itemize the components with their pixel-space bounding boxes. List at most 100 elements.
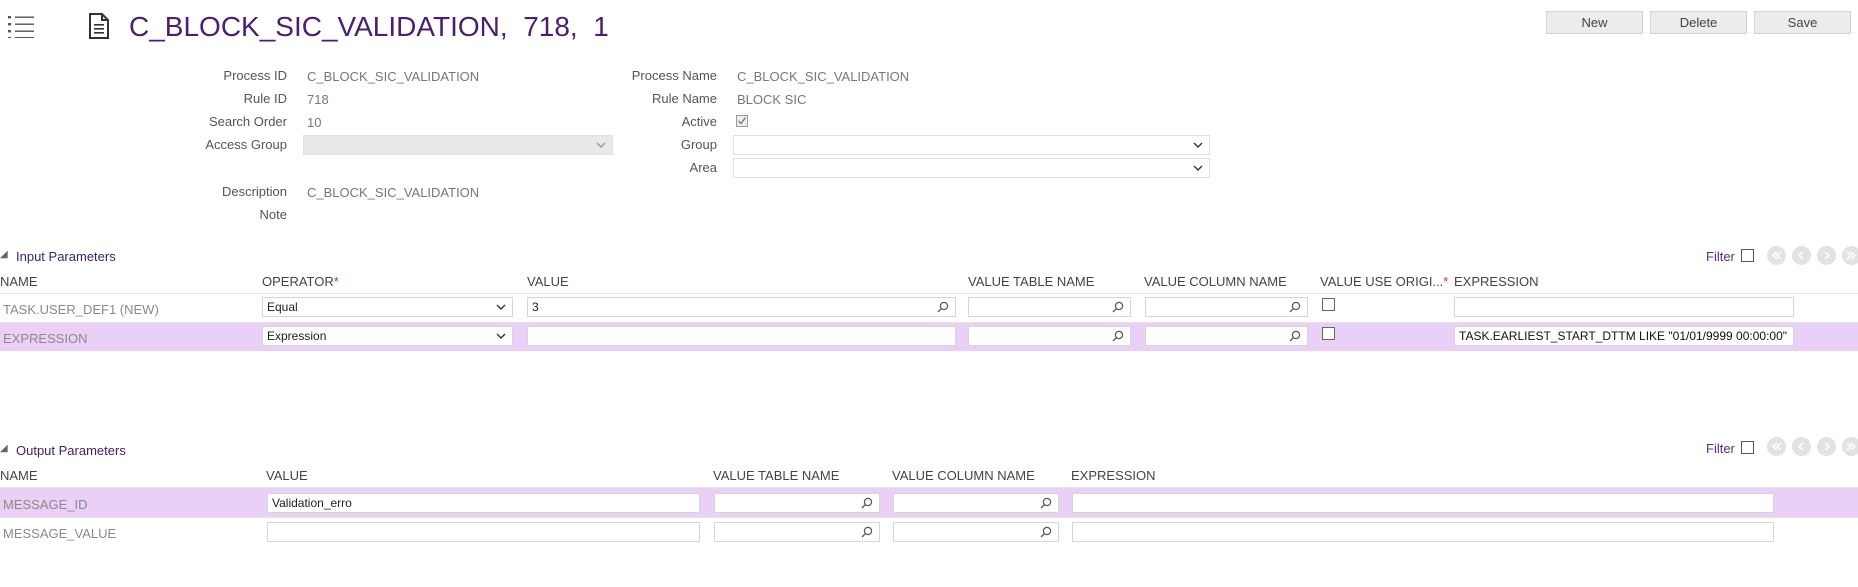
input-parameters-title: Input Parameters <box>16 249 116 264</box>
value-column-name-input[interactable] <box>893 493 1059 513</box>
use-orig-checkbox[interactable] <box>1322 298 1335 311</box>
value-input[interactable]: Validation_erro <box>267 493 700 513</box>
search-icon[interactable] <box>1289 301 1301 313</box>
search-icon[interactable] <box>1112 301 1124 313</box>
col-value-column-name[interactable]: VALUE COLUMN NAME <box>892 468 1035 483</box>
new-button[interactable]: New <box>1546 11 1643 34</box>
next-page-icon[interactable] <box>1817 246 1836 265</box>
value-input[interactable] <box>527 326 956 346</box>
group-label: Group <box>680 137 717 152</box>
value-table-name-input[interactable] <box>968 297 1131 317</box>
delete-button[interactable]: Delete <box>1650 11 1747 34</box>
save-button[interactable]: Save <box>1754 11 1851 34</box>
access-group-label: Access Group <box>205 137 287 152</box>
operator-value: Expression <box>267 329 327 343</box>
output-filter-checkbox[interactable] <box>1741 441 1754 454</box>
next-page-icon[interactable] <box>1817 437 1836 456</box>
value-column-name-input[interactable] <box>1145 297 1308 317</box>
col-operator[interactable]: OPERATOR* <box>262 274 339 289</box>
collapse-icon[interactable]: ◢ <box>0 443 8 454</box>
area-dropdown[interactable] <box>733 158 1210 178</box>
col-name[interactable]: NAME <box>0 274 38 289</box>
row-name: EXPRESSION <box>3 331 88 346</box>
previous-page-icon[interactable] <box>1792 246 1811 265</box>
menu-icon[interactable] <box>8 14 36 38</box>
area-label: Area <box>689 160 717 175</box>
col-value-table-name[interactable]: VALUE TABLE NAME <box>968 274 1094 289</box>
value-table-name-input[interactable] <box>714 493 880 513</box>
process-name-label: Process Name <box>631 68 717 83</box>
chevron-down-icon <box>496 304 506 310</box>
expression-input[interactable] <box>1072 522 1774 542</box>
operator-select[interactable]: Equal <box>262 297 513 317</box>
col-value[interactable]: VALUE <box>266 468 308 483</box>
chevron-down-icon <box>496 333 506 339</box>
col-value-use-orig-label: VALUE USE ORIGI... <box>1320 274 1444 289</box>
value-table-name-input[interactable] <box>714 522 880 542</box>
expression-input[interactable] <box>1072 493 1774 513</box>
col-value-use-orig[interactable]: VALUE USE ORIGI...* <box>1320 274 1448 289</box>
value-column-name-input[interactable] <box>1145 326 1308 346</box>
col-expression[interactable]: EXPRESSION <box>1454 274 1539 289</box>
search-icon[interactable] <box>1289 330 1301 342</box>
description-label: Description <box>221 184 287 199</box>
required-mark: * <box>333 274 339 289</box>
col-expression[interactable]: EXPRESSION <box>1071 468 1156 483</box>
active-checkbox[interactable] <box>736 115 748 127</box>
input-filter-link[interactable]: Filter <box>1706 249 1735 264</box>
value-table-name-input[interactable] <box>968 326 1131 346</box>
search-icon[interactable] <box>1112 330 1124 342</box>
first-page-icon[interactable] <box>1767 437 1786 456</box>
row-name: MESSAGE_VALUE <box>3 526 117 541</box>
note-label: Note <box>259 207 287 222</box>
search-icon[interactable] <box>1040 497 1052 509</box>
output-filter-link[interactable]: Filter <box>1706 441 1735 456</box>
required-mark: * <box>1443 274 1449 289</box>
search-icon[interactable] <box>861 497 873 509</box>
access-group-dropdown[interactable] <box>303 135 613 155</box>
collapse-icon[interactable]: ◢ <box>0 249 8 260</box>
search-icon[interactable] <box>861 526 873 538</box>
value-text: 3 <box>532 300 539 314</box>
use-orig-checkbox[interactable] <box>1322 327 1335 340</box>
process-id-value: C_BLOCK_SIC_VALIDATION <box>307 69 480 84</box>
expression-input[interactable] <box>1454 297 1794 317</box>
value-input[interactable]: 3 <box>527 297 956 317</box>
expression-input[interactable]: TASK.EARLIEST_START_DTTM LIKE "01/01/999… <box>1454 326 1794 346</box>
col-value[interactable]: VALUE <box>527 274 569 289</box>
first-page-icon[interactable] <box>1767 246 1786 265</box>
chevron-down-icon <box>1193 165 1203 171</box>
rule-name-label: Rule Name <box>651 91 717 106</box>
search-icon[interactable] <box>1040 526 1052 538</box>
value-input[interactable] <box>267 522 700 542</box>
document-icon <box>88 13 110 39</box>
row-name: TASK.USER_DEF1 (NEW) <box>3 302 159 317</box>
value-column-name-input[interactable] <box>893 522 1059 542</box>
output-parameters-title: Output Parameters <box>16 443 126 458</box>
active-label: Active <box>681 114 717 129</box>
rule-id-label: Rule ID <box>243 91 287 106</box>
operator-select[interactable]: Expression <box>262 326 513 346</box>
search-order-label: Search Order <box>208 114 287 129</box>
col-value-table-name[interactable]: VALUE TABLE NAME <box>713 468 839 483</box>
last-page-icon[interactable] <box>1842 246 1858 265</box>
group-dropdown[interactable] <box>733 135 1210 155</box>
col-operator-label: OPERATOR <box>262 274 334 289</box>
rule-id-value: 718 <box>307 92 329 107</box>
search-order-value: 10 <box>307 115 322 130</box>
operator-value: Equal <box>267 300 298 314</box>
process-id-label: Process ID <box>223 68 287 83</box>
col-value-column-name[interactable]: VALUE COLUMN NAME <box>1144 274 1287 289</box>
col-name[interactable]: NAME <box>0 468 38 483</box>
input-filter-checkbox[interactable] <box>1741 249 1754 262</box>
previous-page-icon[interactable] <box>1792 437 1811 456</box>
last-page-icon[interactable] <box>1842 437 1858 456</box>
page-title: C_BLOCK_SIC_VALIDATION, 718, 1 <box>129 11 609 42</box>
process-name-value: C_BLOCK_SIC_VALIDATION <box>737 69 910 84</box>
row-name: MESSAGE_ID <box>3 497 88 512</box>
rule-name-value: BLOCK SIC <box>737 92 807 107</box>
description-value: C_BLOCK_SIC_VALIDATION <box>307 185 480 200</box>
chevron-down-icon <box>1193 142 1203 148</box>
chevron-down-icon <box>596 142 606 148</box>
search-icon[interactable] <box>937 301 949 313</box>
